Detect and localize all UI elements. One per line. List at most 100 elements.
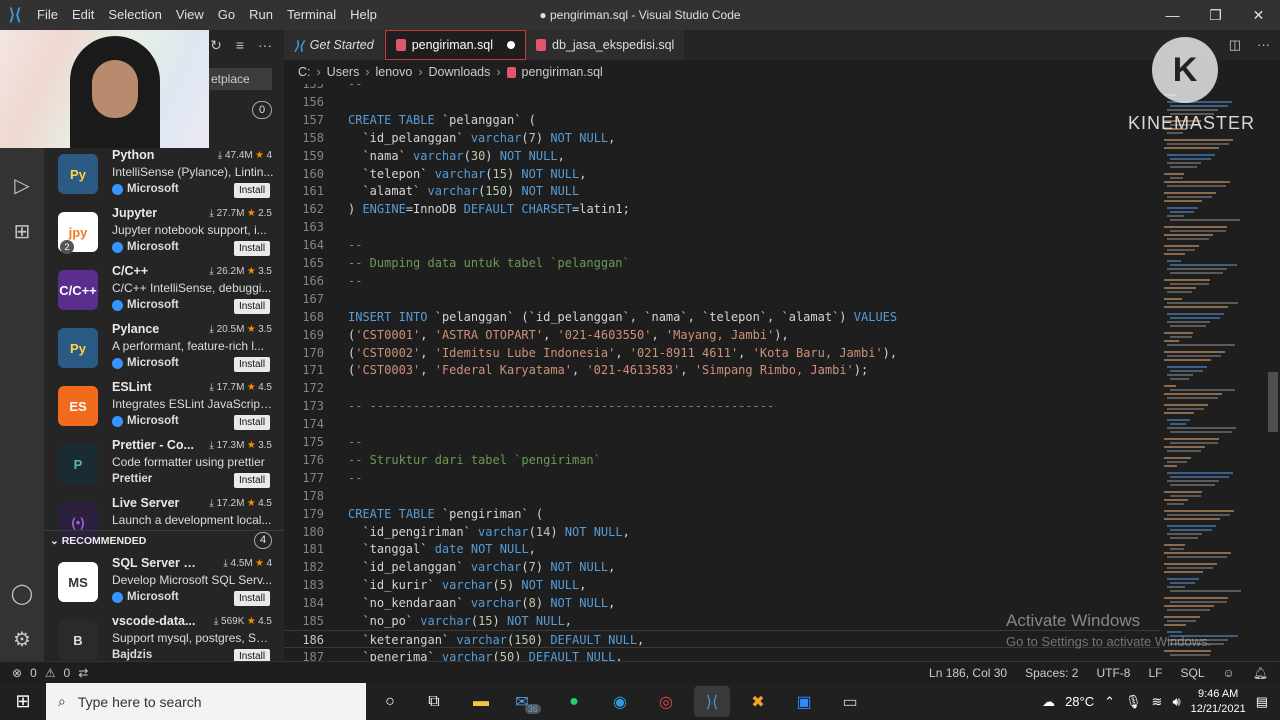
tab-pengiriman-sql[interactable]: pengiriman.sql xyxy=(384,30,526,60)
code-line[interactable]: 176 -- Struktur dari tabel `pengiriman` xyxy=(284,451,1160,469)
code-line[interactable]: 163 xyxy=(284,218,1160,236)
install-button[interactable]: Install xyxy=(234,415,270,430)
zoom-icon[interactable]: ▣ xyxy=(786,686,822,717)
code-line[interactable]: 178 xyxy=(284,487,1160,505)
code-line[interactable]: 173 -- ----------------------------------… xyxy=(284,397,1160,415)
code-line[interactable]: 184 `no_kendaraan` varchar(8) NOT NULL, xyxy=(284,594,1160,612)
tab-get-started[interactable]: ⟩⟨ Get Started xyxy=(284,30,385,60)
code-line[interactable]: 172 xyxy=(284,379,1160,397)
breadcrumb-item[interactable]: lenovo xyxy=(376,65,413,79)
install-button[interactable]: Install xyxy=(234,299,270,314)
account-icon[interactable]: ◯ xyxy=(7,578,37,608)
menu-file[interactable]: File xyxy=(30,0,65,30)
volume-icon[interactable]: 🔊︎ xyxy=(1172,694,1180,710)
wifi-icon[interactable]: ≋ xyxy=(1152,694,1163,710)
error-icon[interactable]: ⊗ xyxy=(12,666,22,680)
extension-item[interactable]: jpy Jupyter ⤓ 27.7M ★ 2.5 Jupyter notebook … xyxy=(44,206,284,264)
unsaved-dot-icon[interactable] xyxy=(507,41,515,49)
code-line[interactable]: 177 -- xyxy=(284,469,1160,487)
code-line[interactable]: 162) ENGINE=InnoDB DEFAULT CHARSET=latin… xyxy=(284,200,1160,218)
code-line[interactable]: 155 -- xyxy=(284,84,1160,93)
code-line[interactable]: 174 xyxy=(284,415,1160,433)
menu-edit[interactable]: Edit xyxy=(65,0,101,30)
temperature[interactable]: 28°C xyxy=(1065,694,1094,709)
code-line[interactable]: 167 xyxy=(284,290,1160,308)
menu-go[interactable]: Go xyxy=(211,0,242,30)
chevron-up-icon[interactable]: ⌃ xyxy=(1104,694,1115,710)
end-of-line[interactable]: LF xyxy=(1148,666,1162,680)
cursor-position[interactable]: Ln 186, Col 30 xyxy=(929,666,1007,680)
menu-view[interactable]: View xyxy=(169,0,211,30)
install-button[interactable]: Install xyxy=(234,649,270,661)
whatsapp-icon[interactable]: ● xyxy=(556,686,592,717)
cortana-icon[interactable]: ○ xyxy=(372,686,408,717)
mail-icon[interactable]: ✉ 36 xyxy=(510,686,546,717)
code-line[interactable]: 166 -- xyxy=(284,272,1160,290)
scrollbar-thumb[interactable] xyxy=(1268,372,1278,432)
code-line[interactable]: 182 `id_pelanggan` varchar(7) NOT NULL, xyxy=(284,558,1160,576)
close-icon[interactable]: ✕ xyxy=(1237,0,1280,30)
taskbar-search-box[interactable]: ⌕ Type here to search xyxy=(46,683,366,720)
code-line[interactable]: 170 ('CST0002', 'Idemitsu Lube Indonesia'… xyxy=(284,344,1160,362)
notification-center-icon[interactable]: ▤ xyxy=(1256,694,1268,710)
code-line[interactable]: 158 `id_pelanggan` varchar(7) NOT NULL, xyxy=(284,129,1160,147)
extension-item[interactable]: Py Python ⤓ 47.4M ★ 4 IntelliSense (Pylance… xyxy=(44,148,284,206)
tab-db-jasa-ekspedisi-sql[interactable]: db_jasa_ekspedisi.sql xyxy=(526,30,686,60)
refresh-icon[interactable]: ↻ xyxy=(210,37,222,54)
error-count[interactable]: 0 xyxy=(30,666,37,680)
task-view-icon[interactable]: ⧉ xyxy=(416,686,452,717)
menu-selection[interactable]: Selection xyxy=(101,0,168,30)
chrome-icon[interactable]: ◎ xyxy=(648,686,684,717)
install-button[interactable]: Install xyxy=(234,183,270,198)
edge-icon[interactable]: ◉ xyxy=(602,686,638,717)
code-line[interactable]: 157 CREATE TABLE `pelanggan` ( xyxy=(284,111,1160,129)
run-debug-icon[interactable]: ▷ xyxy=(7,170,37,200)
terminal-icon[interactable]: ▭ xyxy=(832,686,868,717)
warning-count[interactable]: 0 xyxy=(64,666,71,680)
file-encoding[interactable]: UTF-8 xyxy=(1096,666,1130,680)
notifications-bell-icon[interactable]: 🔔︎ xyxy=(1253,666,1268,680)
filter-icon[interactable]: ≡ xyxy=(236,37,244,53)
maximize-icon[interactable]: ❐ xyxy=(1194,0,1237,30)
code-line[interactable]: 165 -- Dumping data untuk tabel `pelangga… xyxy=(284,254,1160,272)
windows-start-icon[interactable]: ⊞ xyxy=(0,683,46,720)
code-line[interactable]: 161 `alamat` varchar(150) NOT NULL xyxy=(284,182,1160,200)
vertical-scrollbar[interactable] xyxy=(1266,84,1280,661)
code-line[interactable]: 168 INSERT INTO `pelanggan` (`id_pelangga… xyxy=(284,308,1160,326)
code-line[interactable]: 164 -- xyxy=(284,236,1160,254)
weather-icon[interactable]: ☁ xyxy=(1042,694,1055,710)
code-line[interactable]: 171 ('CST0003', 'Federal Karyatama', '021… xyxy=(284,361,1160,379)
menu-run[interactable]: Run xyxy=(242,0,280,30)
extension-item[interactable]: Bvscode-data... ⤓ 569K ★ 4.5 Support mysql… xyxy=(44,614,284,661)
xampp-icon[interactable]: ✖ xyxy=(740,686,776,717)
install-button[interactable]: Install xyxy=(234,473,270,488)
extension-item[interactable]: ES ESLint ⤓ 17.7M ★ 4.5 Integrates ESLint J… xyxy=(44,380,284,438)
live-share-icon[interactable]: ⇄ xyxy=(78,666,88,680)
code-line[interactable]: 169 ('CST0001', 'ASTRA OTOPART', '021-460… xyxy=(284,326,1160,344)
breadcrumb-item[interactable]: C: xyxy=(298,65,311,79)
code-line[interactable]: 159 `nama` varchar(30) NOT NULL, xyxy=(284,147,1160,165)
code-line[interactable]: 179 CREATE TABLE `pengiriman` ( xyxy=(284,505,1160,523)
code-line[interactable]: 187 `penerima` varchar(50) DEFAULT NULL, xyxy=(284,648,1160,661)
code-line[interactable]: 181 `tanggal` date NOT NULL, xyxy=(284,540,1160,558)
code-line[interactable]: 156 xyxy=(284,93,1160,111)
recommended-section-header[interactable]: ⌄ RECOMMENDED 4 xyxy=(44,530,284,550)
warning-icon[interactable]: ⚠ xyxy=(45,666,56,680)
indentation[interactable]: Spaces: 2 xyxy=(1025,666,1078,680)
breadcrumb-item[interactable]: Downloads xyxy=(429,65,491,79)
code-line[interactable]: 183 `id_kurir` varchar(5) NOT NULL, xyxy=(284,576,1160,594)
extension-search-input[interactable]: etplace xyxy=(204,68,272,90)
code-editor[interactable]: 155 -- 156 157 CREATE TABLE `pelanggan` (158… xyxy=(284,84,1160,661)
extension-item[interactable]: MS SQL Server (m... ⤓ 4.5M ★ 4 Develop Micr… xyxy=(44,556,284,614)
vscode-taskbar-icon[interactable]: ⟩⟨ xyxy=(694,686,730,717)
clock[interactable]: 9:46 AM 12/21/2021 xyxy=(1191,687,1246,717)
code-line[interactable]: 180 `id_pengiriman` varchar(14) NOT NULL… xyxy=(284,523,1160,541)
menu-help[interactable]: Help xyxy=(343,0,384,30)
settings-gear-icon[interactable]: ⚙ xyxy=(7,624,37,654)
breadcrumb-item[interactable]: pengiriman.sql xyxy=(522,65,603,79)
file-explorer-icon[interactable]: ▬ xyxy=(463,686,499,717)
extension-item[interactable]: P Prettier - Co... ⤓ 17.3M ★ 3.5 Code forma… xyxy=(44,438,284,496)
minimap[interactable] xyxy=(1160,84,1266,661)
menu-terminal[interactable]: Terminal xyxy=(280,0,343,30)
minimize-icon[interactable]: — xyxy=(1151,0,1194,30)
